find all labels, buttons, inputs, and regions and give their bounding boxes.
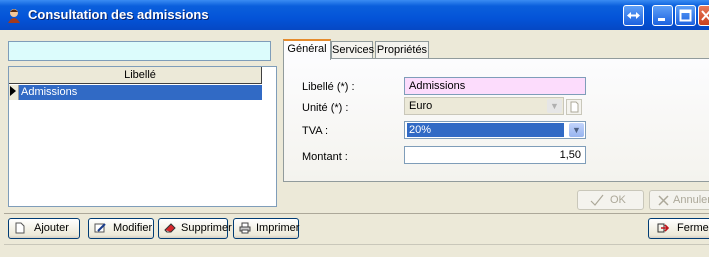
imprimer-button[interactable]: Imprimer xyxy=(233,218,299,239)
modifier-label: Modifier xyxy=(113,222,153,234)
tab-services[interactable]: Services xyxy=(331,41,374,59)
printer-icon xyxy=(239,222,251,234)
fermer-button[interactable]: Fermer xyxy=(648,218,709,239)
tab-proprietes[interactable]: Propriétés xyxy=(375,41,429,59)
exit-icon xyxy=(657,223,669,233)
supprimer-button[interactable]: Supprimer xyxy=(158,218,232,239)
supprimer-label: Supprimer xyxy=(181,222,232,234)
close-button[interactable] xyxy=(698,5,709,26)
status-bar xyxy=(4,244,709,257)
montant-label: Montant : xyxy=(302,151,348,163)
tva-select[interactable]: 20% ▼ xyxy=(404,121,586,139)
chevron-down-icon: ▼ xyxy=(547,99,562,113)
modifier-button[interactable]: Modifier xyxy=(88,218,154,239)
document-icon xyxy=(570,101,579,113)
unite-select[interactable]: Euro ▼ xyxy=(404,97,564,115)
minimize-button[interactable] xyxy=(652,5,673,26)
montant-field[interactable]: 1,50 xyxy=(404,146,586,164)
libelle-label: Libellé (*) : xyxy=(302,81,355,93)
cancel-icon xyxy=(658,195,669,206)
search-input[interactable] xyxy=(8,41,271,61)
current-row-arrow-icon xyxy=(10,86,16,96)
maximize-button[interactable] xyxy=(675,5,696,26)
resize-arrows-icon xyxy=(627,12,640,19)
checkmark-icon xyxy=(590,194,604,206)
annuler-button[interactable]: Annuler xyxy=(649,190,709,210)
ok-button[interactable]: OK xyxy=(577,190,644,210)
tva-value: 20% xyxy=(407,123,564,137)
window-title: Consultation des admissions xyxy=(28,7,209,22)
new-document-icon xyxy=(15,222,25,234)
tva-label: TVA : xyxy=(302,125,329,137)
eraser-icon xyxy=(164,223,176,233)
app-icon xyxy=(8,9,20,23)
imprimer-label: Imprimer xyxy=(256,222,300,234)
annuler-label: Annuler xyxy=(673,194,709,206)
chevron-down-icon: ▼ xyxy=(569,123,584,137)
ok-label: OK xyxy=(610,194,626,206)
unite-lookup-button[interactable] xyxy=(566,99,582,115)
unite-value: Euro xyxy=(409,100,433,112)
tab-general[interactable]: Général xyxy=(283,39,331,60)
ajouter-label: Ajouter xyxy=(34,222,69,234)
title-bar[interactable]: Consultation des admissions xyxy=(0,0,709,30)
edit-icon xyxy=(94,223,106,233)
maximize-icon xyxy=(679,9,692,22)
admissions-list[interactable]: Libellé Admissions xyxy=(8,66,277,207)
separator xyxy=(4,213,709,214)
close-icon xyxy=(701,10,709,21)
libelle-field[interactable]: Admissions xyxy=(404,77,586,95)
ajouter-button[interactable]: Ajouter xyxy=(8,218,80,239)
minimize-icon xyxy=(658,18,665,21)
fermer-label: Fermer xyxy=(677,222,709,234)
column-header-libelle[interactable]: Libellé xyxy=(9,67,262,84)
unite-label: Unité (*) : xyxy=(302,102,349,114)
restore-arrows-button[interactable] xyxy=(623,5,644,26)
list-row-admissions[interactable]: Admissions xyxy=(19,85,262,100)
